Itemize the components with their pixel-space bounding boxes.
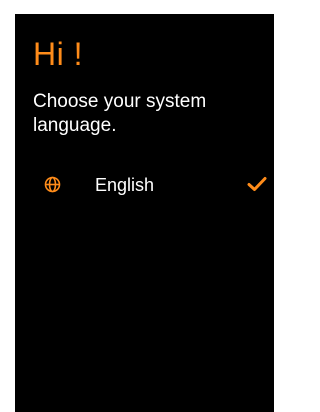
checkmark-icon: [247, 176, 267, 192]
language-label: English: [95, 175, 155, 195]
screen: Hi ! Choose your system language. Englis…: [15, 14, 274, 412]
page-subtitle: Choose your system language.: [33, 91, 207, 136]
globe-icon: [44, 176, 61, 193]
page-title: Hi !: [33, 36, 83, 72]
language-option-english[interactable]: English: [15, 167, 274, 203]
